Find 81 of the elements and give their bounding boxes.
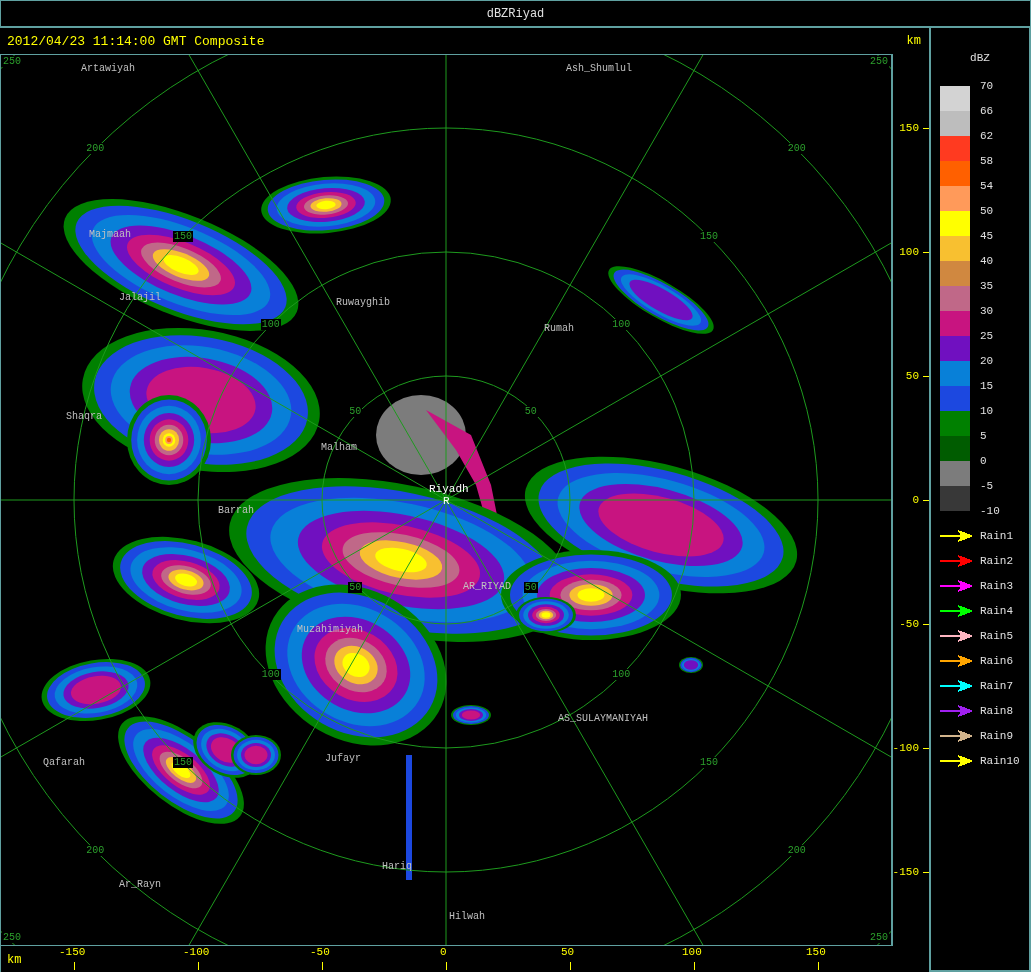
timestamp-label: 2012/04/23 11:14:00 GMT Composite bbox=[7, 33, 265, 49]
legend-label: Rain8 bbox=[980, 705, 1013, 717]
range-label: 100 bbox=[260, 669, 281, 681]
legend-value: -10 bbox=[980, 505, 1000, 517]
legend-label: Rain7 bbox=[980, 680, 1013, 692]
place-label: Malham bbox=[321, 442, 357, 453]
place-label: Qafarah bbox=[43, 757, 85, 768]
legend-label: Rain9 bbox=[980, 730, 1013, 742]
range-label: 50 bbox=[348, 581, 363, 593]
range-label: 50 bbox=[348, 406, 363, 418]
axis-tick-label: 50 bbox=[905, 370, 919, 382]
legend-value: 5 bbox=[980, 430, 987, 442]
range-label: 100 bbox=[611, 669, 632, 681]
axis-tick-label: 100 bbox=[682, 946, 702, 958]
place-label: Majmaah bbox=[89, 229, 131, 240]
axis-tick-label: 0 bbox=[912, 494, 919, 506]
axis-tick-label: 0 bbox=[440, 946, 447, 958]
place-label: Ruwayghib bbox=[336, 297, 390, 308]
legend-value: -5 bbox=[980, 480, 994, 492]
range-label: 200 bbox=[85, 143, 106, 155]
legend-value: 40 bbox=[980, 255, 994, 267]
range-label: 50 bbox=[523, 406, 538, 418]
range-label: 250 bbox=[869, 932, 889, 943]
legend-value: 62 bbox=[980, 130, 994, 142]
radar-site-label: R bbox=[443, 496, 450, 507]
legend-title: dBZ bbox=[969, 52, 991, 64]
axis-tick-label: -100 bbox=[892, 742, 919, 754]
legend-value: 58 bbox=[980, 155, 994, 167]
range-label: 50 bbox=[523, 581, 538, 593]
range-label: 150 bbox=[172, 230, 193, 242]
legend-value: 50 bbox=[980, 205, 994, 217]
axis-tick-label: 100 bbox=[899, 246, 919, 258]
place-label: Barrah bbox=[218, 505, 254, 516]
range-label: 150 bbox=[699, 230, 720, 242]
place-label: Ar_Rayn bbox=[119, 879, 161, 890]
axis-tick-label: -50 bbox=[899, 618, 919, 630]
range-label: 250 bbox=[2, 932, 22, 943]
window-title: dBZRiyad bbox=[486, 6, 545, 21]
legend-value: 54 bbox=[980, 180, 994, 192]
axis-tick-label: -150 bbox=[59, 946, 86, 958]
axis-tick-label: 150 bbox=[899, 122, 919, 134]
place-label: Rumah bbox=[544, 323, 574, 334]
legend-value: 70 bbox=[980, 80, 994, 92]
place-label: AS_SULAYMANIYAH bbox=[558, 713, 648, 724]
legend-value: 15 bbox=[980, 380, 994, 392]
axis-tick-label: 50 bbox=[561, 946, 575, 958]
place-label: Ash_Shumlul bbox=[566, 63, 632, 74]
legend-value: 20 bbox=[980, 355, 994, 367]
range-label: 200 bbox=[786, 143, 807, 155]
range-label: 100 bbox=[611, 318, 632, 330]
axis-tick-label: 150 bbox=[806, 946, 826, 958]
legend-value: 25 bbox=[980, 330, 994, 342]
range-label: 100 bbox=[260, 318, 281, 330]
range-label: 200 bbox=[786, 844, 807, 856]
range-label: 250 bbox=[869, 56, 889, 67]
radar-site-label: Riyadh bbox=[429, 484, 469, 495]
range-label: 150 bbox=[699, 757, 720, 769]
place-label: Jufayr bbox=[325, 753, 361, 764]
legend-label: Rain3 bbox=[980, 580, 1013, 592]
legend-value: 10 bbox=[980, 405, 994, 417]
place-label: Artawiyah bbox=[81, 63, 135, 74]
axis-tick-label: -150 bbox=[892, 866, 919, 878]
legend-value: 0 bbox=[980, 455, 987, 467]
legend-label: Rain1 bbox=[980, 530, 1013, 542]
axis-tick-label: -50 bbox=[310, 946, 330, 958]
legend-value: 66 bbox=[980, 105, 994, 117]
legend-label: Rain5 bbox=[980, 630, 1013, 642]
range-label: 200 bbox=[85, 844, 106, 856]
legend-value: 30 bbox=[980, 305, 994, 317]
place-label: Hilwah bbox=[449, 911, 485, 922]
legend-label: Rain10 bbox=[980, 755, 1020, 767]
axis-tick-label: -100 bbox=[183, 946, 210, 958]
axis-unit-label: km bbox=[906, 34, 921, 48]
legend-value: 35 bbox=[980, 280, 994, 292]
legend-value: 45 bbox=[980, 230, 994, 242]
range-label: 150 bbox=[172, 757, 193, 769]
legend-label: Rain4 bbox=[980, 605, 1013, 617]
range-label: 250 bbox=[2, 56, 22, 67]
legend-label: Rain6 bbox=[980, 655, 1013, 667]
axis-unit-label: km bbox=[7, 954, 22, 966]
legend-label: Rain2 bbox=[980, 555, 1013, 567]
